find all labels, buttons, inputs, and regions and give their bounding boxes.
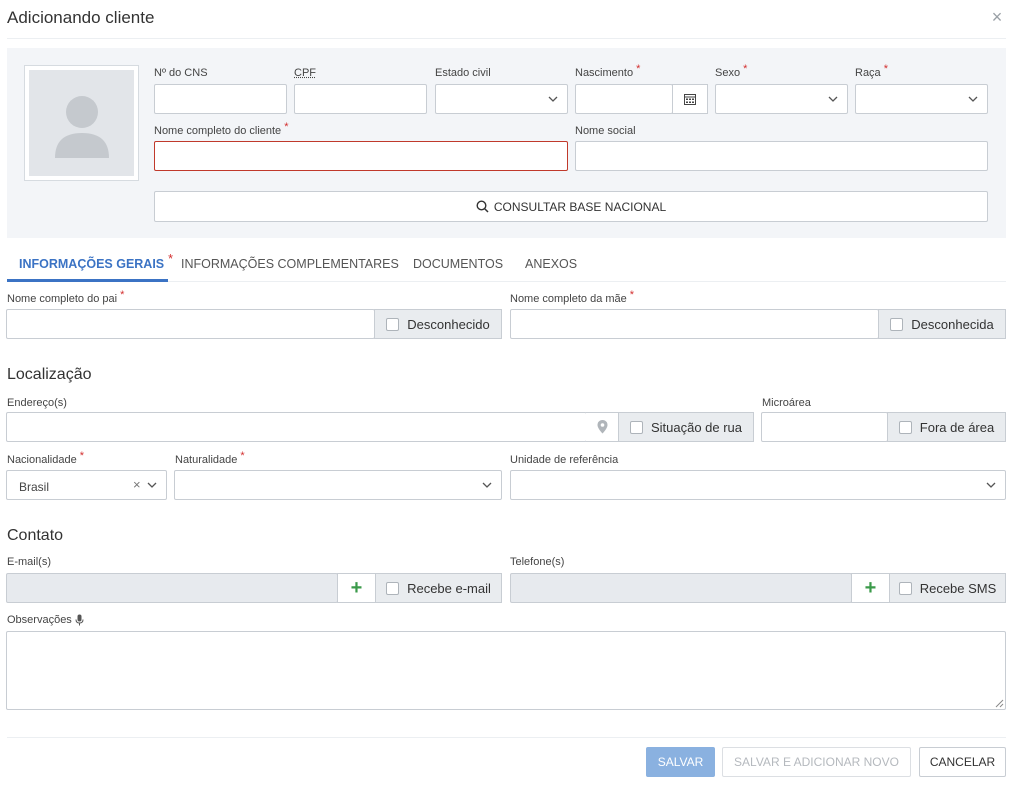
tab-informacoes-gerais[interactable]: INFORMAÇÕES GERAIS * (19, 252, 173, 271)
checkbox-icon (386, 317, 400, 331)
cancel-button[interactable]: CANCELAR (919, 747, 1006, 777)
checkbox-icon (629, 420, 643, 434)
clear-icon[interactable]: × (133, 477, 141, 492)
raca-select[interactable] (855, 84, 988, 114)
mae-label: Nome completo da mãe * (510, 289, 635, 305)
close-icon[interactable]: × (989, 8, 1005, 26)
recebe-sms-checkbox[interactable]: Recebe SMS (889, 573, 1006, 603)
email-input[interactable] (6, 573, 338, 603)
contato-title: Contato (7, 527, 64, 544)
calendar-button[interactable] (672, 84, 708, 114)
nascimento-label: Nascimento * (575, 63, 641, 79)
checkbox-icon (890, 317, 904, 331)
dialog-title: Adicionando cliente (7, 8, 155, 27)
naturalidade-select[interactable] (174, 470, 502, 500)
calendar-icon (684, 94, 696, 105)
nacionalidade-value: Brasil (19, 480, 50, 494)
fora-de-area-checkbox[interactable]: Fora de área (887, 412, 1006, 442)
nome-social-label: Nome social (575, 125, 636, 137)
photo-upload[interactable] (24, 65, 139, 181)
observacoes-label: Observações (7, 614, 84, 626)
nome-social-input[interactable] (575, 141, 988, 171)
sexo-label: Sexo * (715, 63, 748, 79)
nacionalidade-label: Nacionalidade * (7, 450, 84, 466)
estado-civil-label: Estado civil (435, 67, 491, 79)
checkbox-icon (386, 581, 400, 595)
checkbox-icon (898, 420, 912, 434)
raca-label: Raça * (855, 63, 888, 79)
tab-documentos[interactable]: DOCUMENTOS (413, 257, 503, 271)
estado-civil-select[interactable] (435, 84, 568, 114)
chevron-down-icon (986, 482, 996, 488)
unidade-select[interactable] (510, 470, 1006, 500)
plus-icon: + (864, 577, 877, 599)
pai-input[interactable] (6, 309, 375, 339)
unidade-label: Unidade de referência (510, 454, 619, 466)
microarea-label: Microárea (762, 397, 811, 409)
cpf-label: CPF (294, 67, 316, 79)
nome-completo-input[interactable] (154, 141, 568, 171)
pai-desconhecido-checkbox[interactable]: Desconhecido (374, 309, 502, 339)
save-and-add-new-button[interactable]: SALVAR E ADICIONAR NOVO (722, 747, 911, 777)
email-label: E-mail(s) (7, 556, 51, 568)
cpf-input[interactable] (294, 84, 427, 114)
add-telefone-button[interactable]: + (851, 573, 890, 603)
footer-divider (7, 737, 1006, 738)
resize-handle-icon[interactable] (995, 699, 1004, 708)
pai-label: Nome completo do pai * (7, 289, 125, 305)
telefone-input[interactable] (510, 573, 852, 603)
situacao-de-rua-checkbox[interactable]: Situação de rua (618, 412, 754, 442)
endereco-input[interactable] (6, 412, 587, 442)
cns-label: Nº do CNS (154, 67, 208, 79)
map-marker-button[interactable] (586, 412, 619, 442)
recebe-email-checkbox[interactable]: Recebe e-mail (375, 573, 502, 603)
add-email-button[interactable]: + (337, 573, 376, 603)
localizacao-title: Localização (7, 366, 92, 383)
title-divider (7, 38, 1006, 39)
nacionalidade-select[interactable]: Brasil × (6, 470, 167, 500)
endereco-label: Endereço(s) (7, 397, 67, 409)
cns-input[interactable] (154, 84, 287, 114)
mae-input[interactable] (510, 309, 879, 339)
chevron-down-icon (482, 482, 492, 488)
search-icon (476, 200, 489, 213)
map-marker-icon (597, 420, 607, 434)
chevron-down-icon (828, 96, 838, 102)
microarea-input[interactable] (761, 412, 888, 442)
chevron-down-icon (147, 482, 157, 488)
tab-informacoes-complementares[interactable]: INFORMAÇÕES COMPLEMENTARES (181, 257, 399, 271)
active-tab-indicator (7, 279, 168, 282)
microphone-icon[interactable] (75, 614, 84, 626)
sexo-select[interactable] (715, 84, 848, 114)
nome-completo-label: Nome completo do cliente * (154, 121, 289, 137)
chevron-down-icon (548, 96, 558, 102)
save-button[interactable]: SALVAR (646, 747, 715, 777)
plus-icon: + (350, 577, 363, 599)
chevron-down-icon (968, 96, 978, 102)
consultar-label: CONSULTAR BASE NACIONAL (493, 199, 667, 214)
telefone-label: Telefone(s) (510, 556, 565, 568)
user-icon (55, 96, 109, 158)
nascimento-input[interactable] (575, 84, 673, 114)
checkbox-icon (898, 581, 912, 595)
observacoes-textarea[interactable] (6, 631, 1006, 710)
mae-desconhecida-checkbox[interactable]: Desconhecida (878, 309, 1006, 339)
avatar-placeholder (29, 70, 134, 176)
tab-anexos[interactable]: ANEXOS (525, 257, 577, 271)
consultar-base-nacional-button[interactable]: CONSULTAR BASE NACIONAL (154, 191, 988, 222)
naturalidade-label: Naturalidade * (175, 450, 245, 466)
